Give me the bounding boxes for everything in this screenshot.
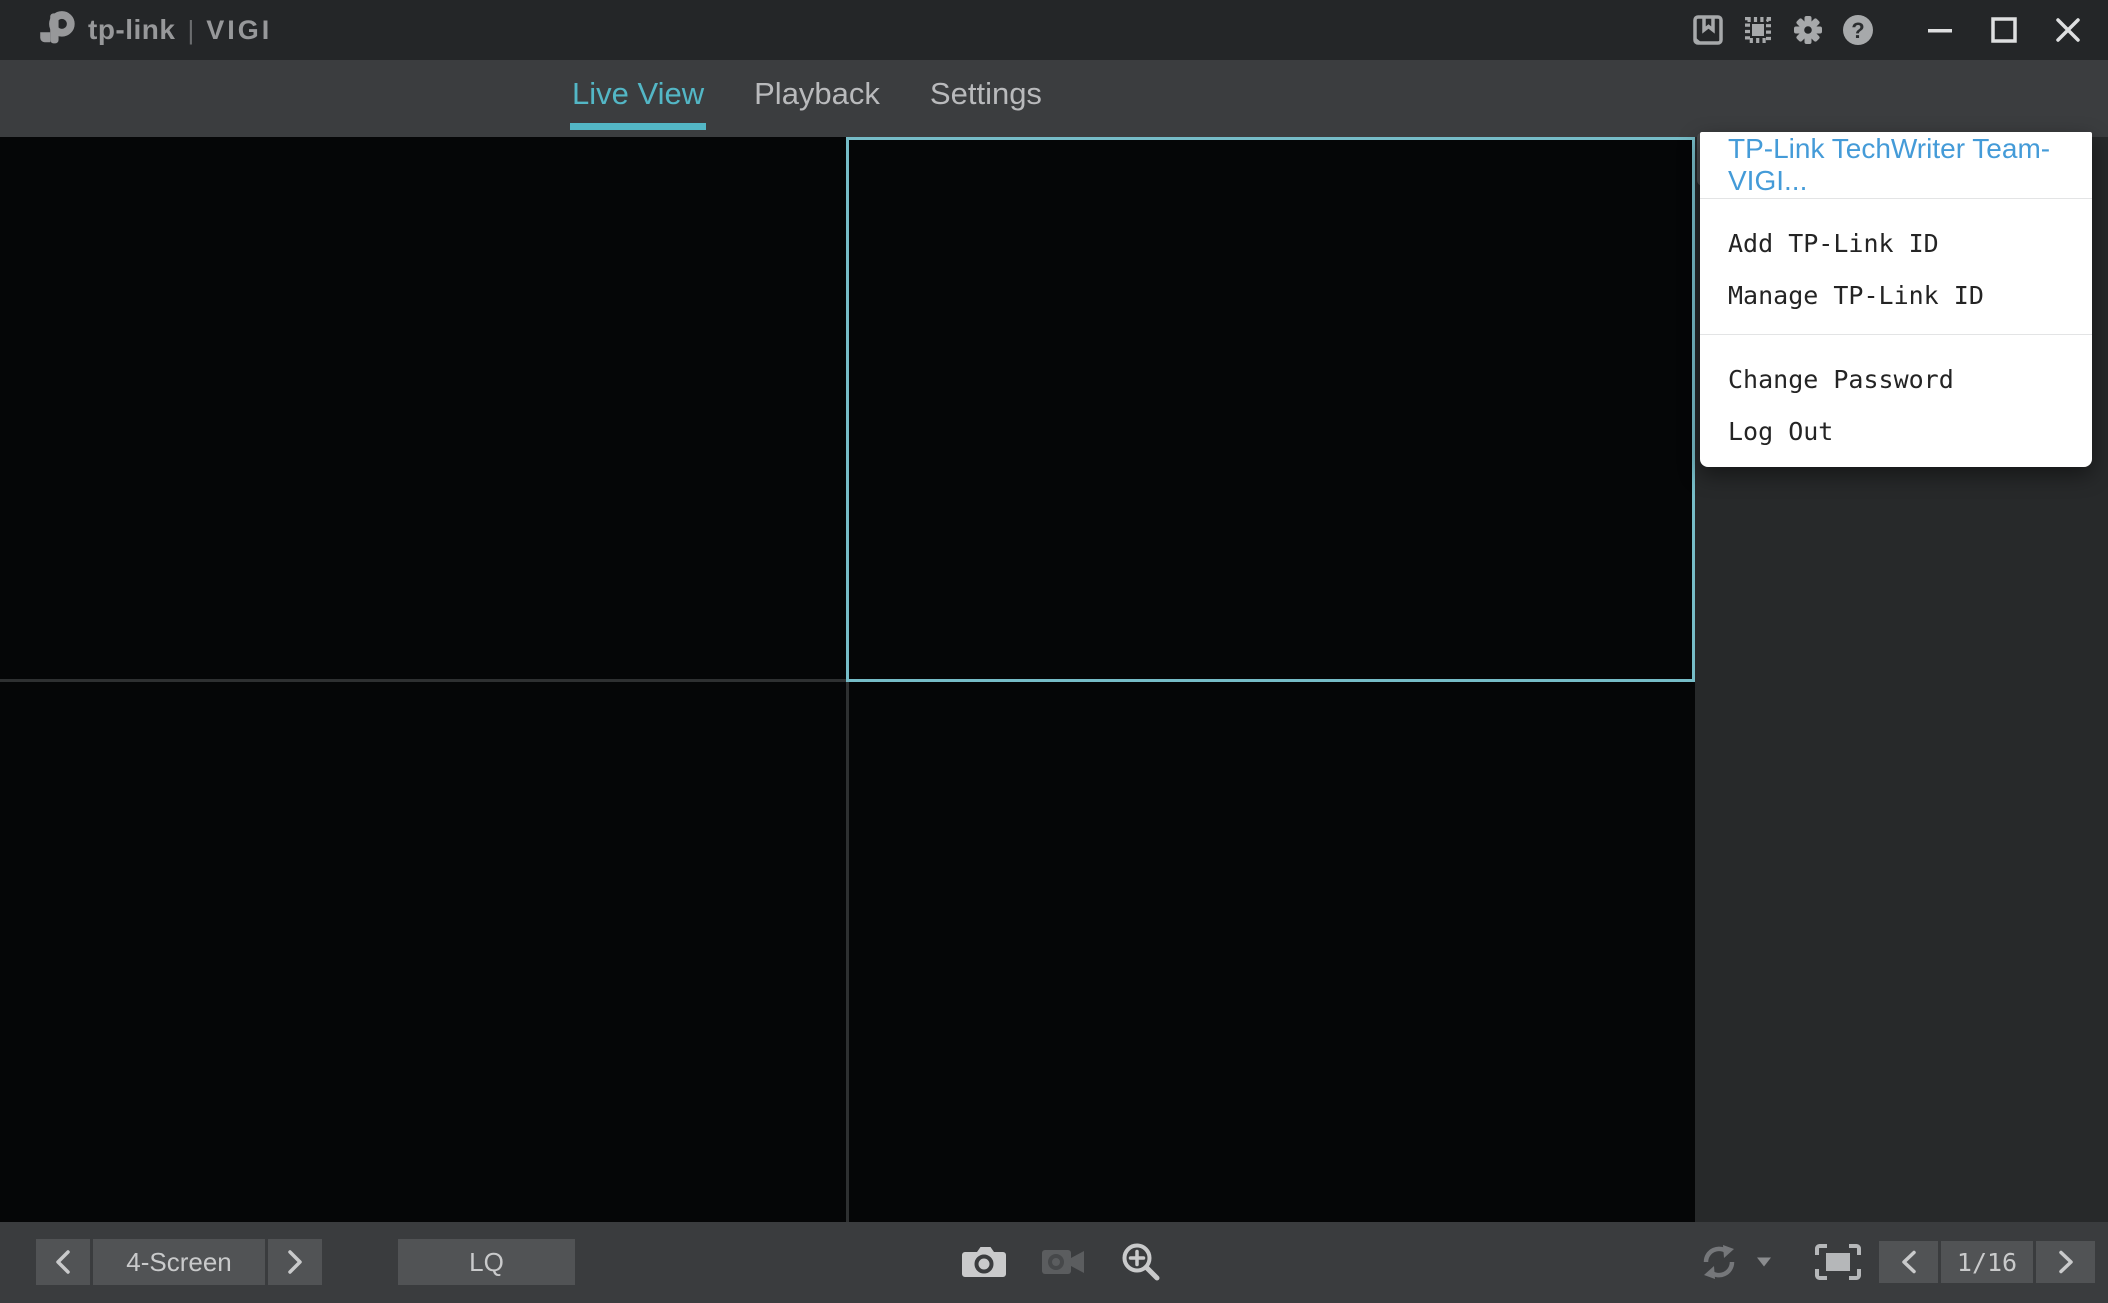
menu-item-change-password[interactable]: Change Password xyxy=(1700,353,2092,405)
settings-gear-icon[interactable] xyxy=(1790,0,1826,60)
refresh-caret-down-icon[interactable] xyxy=(1756,1256,1772,1268)
menu-item-manage-id[interactable]: Manage TP-Link ID xyxy=(1700,269,2092,321)
fullscreen-icon[interactable] xyxy=(1814,1243,1862,1281)
brand-name: tp-link xyxy=(88,14,176,46)
menu-section-id: Add TP-Link ID Manage TP-Link ID xyxy=(1700,199,2092,334)
brand-separator: | xyxy=(188,15,195,46)
app-logo: tp-link | VIGI xyxy=(38,0,272,60)
product-name: VIGI xyxy=(206,15,272,46)
screen-mode-button[interactable]: 4-Screen xyxy=(93,1239,265,1285)
titlebar-actions: ? xyxy=(1690,0,2086,60)
close-icon[interactable] xyxy=(2050,0,2086,60)
maximize-icon[interactable] xyxy=(1986,0,2022,60)
video-pane-1[interactable] xyxy=(0,137,846,679)
video-pane-2-selected[interactable] xyxy=(849,137,1695,679)
digital-zoom-icon[interactable] xyxy=(1119,1240,1163,1284)
menu-item-add-id[interactable]: Add TP-Link ID xyxy=(1700,217,2092,269)
center-tools xyxy=(961,1239,1163,1285)
refresh-interval-icon[interactable] xyxy=(1696,1240,1742,1284)
snapshot-camera-icon[interactable] xyxy=(961,1243,1007,1281)
menu-item-current-id[interactable]: TP-Link TechWriter Team-VIGI... xyxy=(1700,132,2092,198)
video-pane-3[interactable] xyxy=(0,682,846,1222)
device-firmware-icon[interactable] xyxy=(1740,0,1776,60)
video-pane-4[interactable] xyxy=(849,682,1695,1222)
account-menu: TP-Link TechWriter Team-VIGI... Add TP-L… xyxy=(1700,132,2092,467)
screen-mode-control: 4-Screen xyxy=(36,1239,322,1285)
menu-section-session: Change Password Log Out xyxy=(1700,335,2092,467)
right-tools xyxy=(1696,1239,1862,1285)
bottom-toolbar: 4-Screen LQ xyxy=(0,1222,2108,1303)
page-next-button[interactable] xyxy=(2036,1241,2095,1283)
screen-mode-next-button[interactable] xyxy=(268,1239,322,1285)
page-prev-button[interactable] xyxy=(1879,1241,1938,1283)
record-video-icon[interactable] xyxy=(1040,1245,1086,1279)
user-guide-icon[interactable] xyxy=(1690,0,1726,60)
navbar: Live View Playback Settings TP-Link Tech… xyxy=(0,60,2108,137)
tab-playback[interactable]: Playback xyxy=(754,60,880,137)
help-glyph: ? xyxy=(1851,18,1864,43)
live-view-grid xyxy=(0,137,1695,1222)
stream-quality-button[interactable]: LQ xyxy=(398,1239,575,1285)
main-tabs: Live View Playback Settings xyxy=(572,60,1042,137)
tab-settings[interactable]: Settings xyxy=(930,60,1042,137)
tp-link-logo-icon xyxy=(38,10,78,50)
menu-item-log-out[interactable]: Log Out xyxy=(1700,405,2092,457)
minimize-icon[interactable] xyxy=(1922,0,1958,60)
tab-live-view[interactable]: Live View xyxy=(572,60,704,137)
help-icon[interactable]: ? xyxy=(1840,0,1876,60)
titlebar: tp-link | VIGI xyxy=(0,0,2108,60)
page-indicator: 1/16 xyxy=(1941,1241,2033,1283)
screen-mode-prev-button[interactable] xyxy=(36,1239,90,1285)
page-control: 1/16 xyxy=(1879,1241,2095,1283)
